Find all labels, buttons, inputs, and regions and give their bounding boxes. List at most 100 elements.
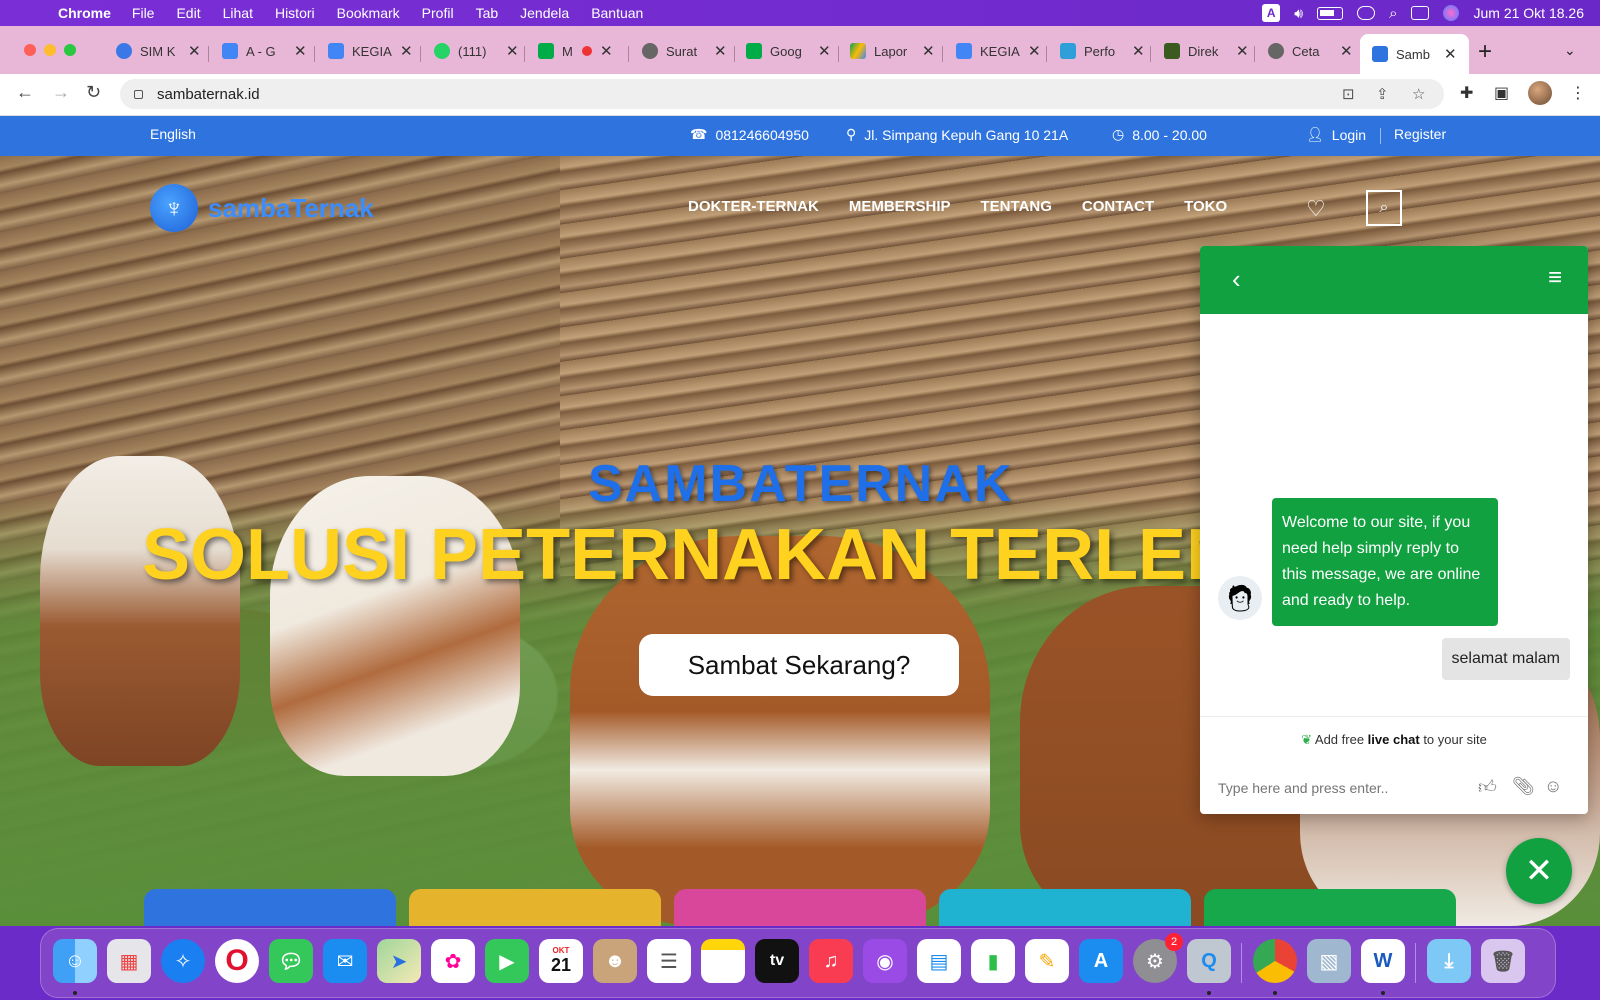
- close-tab-icon[interactable]: ✕: [294, 42, 307, 60]
- menubar-clock[interactable]: Jum 21 Okt 18.26: [1473, 5, 1584, 21]
- launchpad-icon[interactable]: ▦: [107, 939, 151, 983]
- profile-avatar[interactable]: [1528, 81, 1552, 105]
- menu-edit[interactable]: Edit: [176, 5, 200, 21]
- browser-tab[interactable]: KEGIA ✕: [956, 36, 1041, 66]
- browser-tab[interactable]: Goog ✕: [746, 36, 831, 66]
- back-button[interactable]: ←: [16, 82, 34, 103]
- close-tab-icon[interactable]: ✕: [600, 42, 613, 60]
- nav-tentang[interactable]: TENTANG: [981, 198, 1052, 215]
- downloads-folder-icon[interactable]: ⤓: [1427, 939, 1471, 983]
- close-tab-icon[interactable]: ✕: [1236, 42, 1249, 60]
- screen-mirroring-icon[interactable]: [1357, 6, 1376, 20]
- browser-tab[interactable]: A - G ✕: [222, 36, 307, 66]
- address-bar[interactable]: sambaternak.id ⊡ ⇪ ☆: [120, 79, 1444, 109]
- menu-view[interactable]: Lihat: [223, 5, 253, 21]
- feature-card[interactable]: [674, 889, 926, 926]
- new-tab-button[interactable]: +: [1478, 38, 1492, 66]
- feature-card[interactable]: [409, 889, 661, 926]
- forward-button[interactable]: →: [52, 82, 70, 103]
- menu-bookmarks[interactable]: Bookmark: [337, 5, 400, 21]
- chat-close-button[interactable]: ✕: [1506, 838, 1572, 904]
- browser-tab[interactable]: Perfo ✕: [1060, 36, 1145, 66]
- register-link[interactable]: Register: [1394, 126, 1446, 142]
- browser-tab[interactable]: Surat ✕: [642, 36, 727, 66]
- preview-icon[interactable]: ▧: [1307, 939, 1351, 983]
- word-icon[interactable]: W: [1361, 939, 1405, 983]
- menu-window[interactable]: Jendela: [520, 5, 569, 21]
- trash-icon[interactable]: 🗑︎: [1481, 939, 1525, 983]
- reminders-icon[interactable]: ☰: [647, 939, 691, 983]
- browser-tab[interactable]: M ✕: [538, 36, 613, 66]
- contacts-icon[interactable]: ☻: [593, 939, 637, 983]
- menu-history[interactable]: Histori: [275, 5, 315, 21]
- browser-tab[interactable]: Ceta ✕: [1268, 36, 1353, 66]
- close-tab-icon[interactable]: ✕: [400, 42, 413, 60]
- browser-tab[interactable]: SIM K ✕: [116, 36, 201, 66]
- chrome-icon[interactable]: [1253, 939, 1297, 983]
- login-link[interactable]: 👤︎ Login: [1306, 126, 1366, 143]
- keynote-icon[interactable]: ▤: [917, 939, 961, 983]
- music-icon[interactable]: ♫: [809, 939, 853, 983]
- nav-dokter-ternak[interactable]: DOKTER-TERNAK: [688, 198, 819, 215]
- attachment-icon[interactable]: 📎︎: [1512, 776, 1535, 797]
- browser-tab[interactable]: Direk ✕: [1164, 36, 1249, 66]
- messages-icon[interactable]: 💬︎: [269, 939, 313, 983]
- photos-icon[interactable]: ✿: [431, 939, 475, 983]
- calendar-icon[interactable]: OKT 21: [539, 939, 583, 983]
- maps-icon[interactable]: ➤: [377, 939, 421, 983]
- hero-cta-button[interactable]: Sambat Sekarang?: [639, 634, 959, 696]
- facetime-icon[interactable]: ▶: [485, 939, 529, 983]
- wishlist-heart-icon[interactable]: ♡: [1306, 196, 1326, 222]
- menu-help[interactable]: Bantuan: [591, 5, 643, 21]
- lock-icon[interactable]: [134, 89, 143, 99]
- address-bar-url[interactable]: sambaternak.id: [157, 86, 260, 103]
- extensions-puzzle-icon[interactable]: ✚: [1460, 83, 1473, 103]
- apple-tv-icon[interactable]: tv: [755, 939, 799, 983]
- close-tab-icon[interactable]: ✕: [506, 42, 519, 60]
- reload-button[interactable]: ↻: [86, 82, 101, 103]
- control-center-icon[interactable]: [1411, 6, 1430, 20]
- app-store-icon[interactable]: A: [1079, 939, 1123, 983]
- browser-tab-active[interactable]: Samb ✕: [1360, 34, 1469, 74]
- close-tab-icon[interactable]: ✕: [714, 42, 727, 60]
- volume-icon[interactable]: 🔊︎: [1294, 5, 1303, 22]
- nav-toko[interactable]: TOKO: [1184, 198, 1227, 215]
- close-tab-icon[interactable]: ✕: [922, 42, 935, 60]
- hamburger-menu-icon[interactable]: ≡: [1548, 264, 1562, 292]
- close-tab-icon[interactable]: ✕: [1132, 42, 1145, 60]
- phone-contact[interactable]: ☎ 081246604950: [690, 126, 809, 143]
- podcasts-icon[interactable]: ◉: [863, 939, 907, 983]
- more-menu-icon[interactable]: ⋮: [1570, 83, 1586, 103]
- mail-icon[interactable]: ✉: [323, 939, 367, 983]
- reading-list-icon[interactable]: ▣: [1494, 83, 1509, 103]
- window-minimize-button[interactable]: [44, 44, 56, 56]
- browser-tab[interactable]: Lapor ✕: [850, 36, 935, 66]
- feature-card[interactable]: [1204, 889, 1456, 926]
- opera-icon[interactable]: O: [215, 939, 259, 983]
- numbers-icon[interactable]: ▮: [971, 939, 1015, 983]
- bookmark-star-icon[interactable]: ☆: [1412, 85, 1425, 103]
- browser-tab[interactable]: KEGIA ✕: [328, 36, 413, 66]
- window-zoom-button[interactable]: [64, 44, 76, 56]
- close-tab-icon[interactable]: ✕: [1340, 42, 1353, 60]
- safari-icon[interactable]: ✧: [161, 939, 205, 983]
- feature-card[interactable]: [939, 889, 1191, 926]
- share-icon[interactable]: ⇪: [1376, 85, 1389, 103]
- close-tab-icon[interactable]: ✕: [1028, 42, 1041, 60]
- nav-membership[interactable]: MEMBERSHIP: [849, 198, 951, 215]
- chat-message-input[interactable]: [1218, 780, 1468, 796]
- feature-card[interactable]: [144, 889, 396, 926]
- spotlight-search-icon[interactable]: ⌕: [1389, 5, 1397, 22]
- window-close-button[interactable]: [24, 44, 36, 56]
- menu-tab[interactable]: Tab: [476, 5, 499, 21]
- language-switch[interactable]: English: [150, 126, 196, 142]
- site-search-button[interactable]: ⌕: [1366, 190, 1402, 226]
- close-tab-icon[interactable]: ✕: [188, 42, 201, 60]
- login-label[interactable]: Login: [1332, 127, 1366, 143]
- tab-search-chevron-icon[interactable]: ⌄: [1564, 42, 1576, 59]
- chevron-left-icon[interactable]: ‹: [1232, 264, 1241, 295]
- translate-icon[interactable]: ⊡: [1342, 85, 1355, 103]
- quicktime-icon[interactable]: Q: [1187, 939, 1231, 983]
- finder-icon[interactable]: ☺: [53, 939, 97, 983]
- emoji-icon[interactable]: ☺: [1544, 776, 1562, 797]
